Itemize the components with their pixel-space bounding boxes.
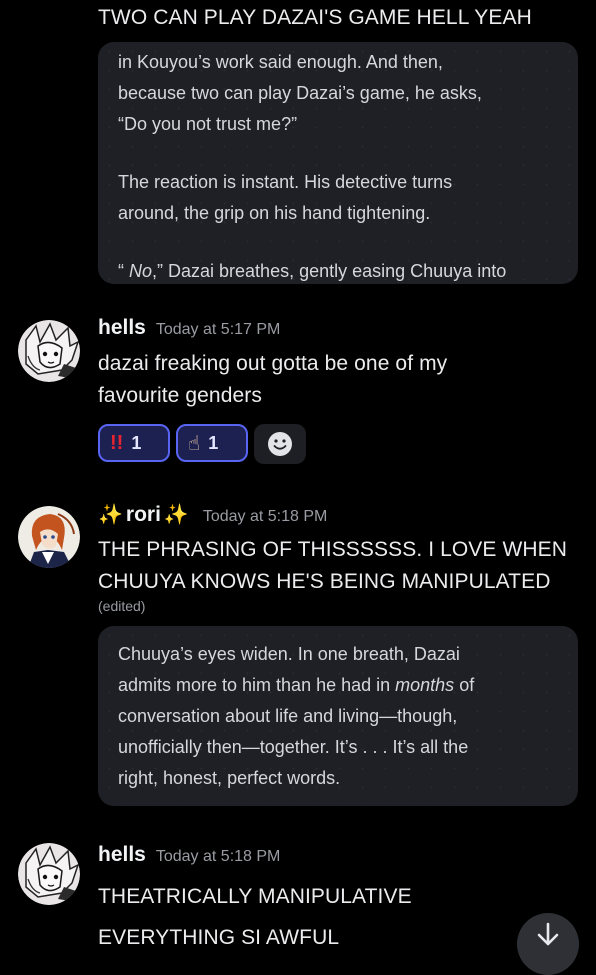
author-name[interactable]: hells (98, 843, 146, 867)
arrow-down-icon (537, 922, 559, 946)
message-text: TWO CAN PLAY DAZAI'S GAME HELL YEAH (98, 6, 532, 29)
timestamp: Today at 5:18 PM (202, 508, 328, 525)
reaction-count: 1 (208, 432, 219, 453)
embed-line: Chuuya’s eyes widen. In one breath, Daza… (118, 644, 460, 664)
edited-label: (edited) (98, 598, 146, 614)
embed-line: unofficially then—together. It’s . . . I… (118, 737, 469, 757)
avatar[interactable] (18, 506, 80, 568)
embed-line: “Do you not trust me?” (118, 114, 298, 134)
reaction-pointing-up[interactable]: ☝ 1 (176, 424, 248, 462)
smiley-face-icon (268, 432, 292, 456)
embed-line: The reaction is instant. His detective t… (118, 172, 453, 192)
reaction-exclamation[interactable]: !! 1 (98, 424, 170, 462)
quote-embed[interactable]: Chuuya’s eyes widen. In one breath, Daza… (98, 626, 578, 806)
avatar[interactable] (18, 843, 80, 905)
message-text: dazai freaking out gotta be one of my fa… (98, 352, 448, 407)
quote-embed[interactable]: in Kouyou’s work said enough. And then, … (98, 42, 578, 284)
embed-line: “ No,” Dazai breathes, gently easing Chu… (118, 261, 507, 281)
reaction-count: 1 (131, 432, 142, 453)
author-name[interactable]: rori (126, 503, 161, 527)
embed-line: conversation about life and living—thoug… (118, 706, 458, 726)
pointing-up-hand-icon: ☝ (188, 432, 201, 455)
avatar[interactable] (18, 320, 80, 382)
embed-line: admits more to him than he had in months… (118, 675, 475, 695)
message-text: THE PHRASING OF THISSSSSS. I LOVE WHEN C… (98, 538, 567, 593)
message-text: THEATRICALLY MANIPULATIVE EVERYTHING SI … (98, 885, 412, 949)
double-exclamation-icon: !! (110, 431, 124, 454)
author-name[interactable]: hells (98, 316, 146, 340)
embed-line: right, honest, perfect words. (118, 768, 341, 788)
timestamp: Today at 5:17 PM (155, 321, 281, 338)
embed-line: around, the grip on his hand tightening. (118, 203, 431, 223)
embed-line: because two can play Dazai’s game, he as… (118, 83, 482, 103)
embed-line: in Kouyou’s work said enough. And then, (118, 52, 443, 72)
timestamp: Today at 5:18 PM (155, 848, 281, 865)
scroll-to-bottom-button[interactable] (517, 913, 579, 975)
add-reaction-button[interactable] (254, 424, 306, 464)
sparkle-icon: ✨ (163, 504, 189, 526)
sparkle-icon: ✨ (98, 504, 123, 526)
